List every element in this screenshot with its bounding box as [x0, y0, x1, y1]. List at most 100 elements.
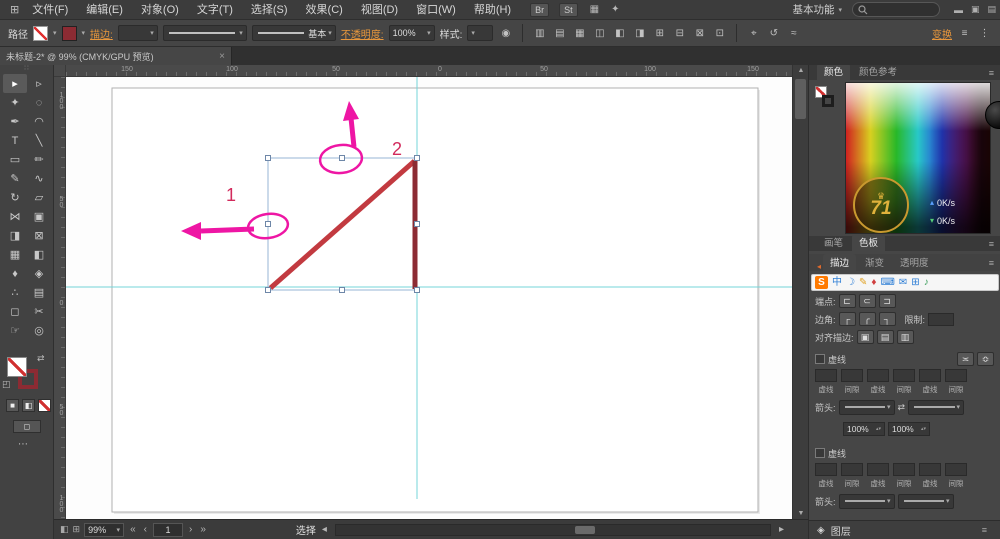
opacity-combo[interactable]: 100% ▾: [388, 25, 435, 41]
horizontal-scrollbar-thumb[interactable]: [574, 525, 595, 534]
menu-item-edit[interactable]: 编辑(E): [77, 0, 132, 20]
ime-toolbar[interactable]: S 中 ☽ ✎ ♦ ⌨ ✉ ⊞ ♪: [811, 274, 999, 291]
last-artboard-button[interactable]: »: [198, 524, 208, 535]
stroke-weight-combo[interactable]: ▾: [117, 25, 158, 41]
chevron-down-icon[interactable]: ▾: [53, 29, 57, 37]
cap-projecting-button[interactable]: ⊐: [878, 294, 896, 308]
tool-width[interactable]: ⋈: [3, 207, 27, 226]
menu-item-object[interactable]: 对象(O): [132, 0, 188, 20]
tab-transparency[interactable]: 透明度: [893, 254, 936, 271]
tab-brushes[interactable]: 画笔: [817, 234, 850, 251]
fill-swatch[interactable]: [7, 357, 27, 377]
align-icon-10[interactable]: ⊡: [712, 28, 727, 39]
scroll-up-button[interactable]: ▲: [793, 67, 809, 74]
swap-arrows-icon[interactable]: ⇄: [898, 402, 906, 413]
ruler-origin-corner[interactable]: [54, 65, 66, 77]
default-fill-stroke-icon[interactable]: ◰: [2, 379, 11, 390]
arrow-scale-end-input[interactable]: 100% ▴▾: [888, 422, 930, 436]
tool-selection[interactable]: ▸: [3, 74, 27, 93]
dash-input-1[interactable]: [815, 368, 837, 382]
selection-handle-top-mid[interactable]: [339, 155, 345, 161]
tool-zoom[interactable]: ◎: [27, 321, 51, 340]
tool-column-graph[interactable]: ▤: [27, 283, 51, 302]
scroll-left-button[interactable]: ◂: [320, 524, 329, 535]
chevron-down-icon[interactable]: ▾: [82, 29, 86, 37]
window-icon-1[interactable]: ▬: [954, 5, 963, 15]
edit-toolbar-button[interactable]: ⋯: [18, 439, 28, 450]
wave-icon[interactable]: ≈: [786, 28, 801, 39]
swap-fill-stroke-icon[interactable]: ⇄: [37, 353, 45, 364]
recolor-artwork-icon[interactable]: ◉: [498, 28, 513, 39]
tool-blend[interactable]: ◈: [27, 264, 51, 283]
gradient-button[interactable]: ◧: [22, 399, 35, 412]
tool-curvature[interactable]: ◠: [27, 112, 51, 131]
arrow-end-select-2[interactable]: ▾: [897, 493, 954, 509]
transform-link[interactable]: 变换: [932, 26, 952, 41]
selection-handle-bottom-mid[interactable]: [339, 287, 345, 293]
ime-mode-icon[interactable]: 中: [832, 275, 842, 290]
zoom-level-select[interactable]: 99% ▾: [84, 522, 125, 537]
next-artboard-button[interactable]: ›: [187, 524, 194, 535]
align-center-button[interactable]: ▣: [856, 330, 874, 344]
gap-input[interactable]: [945, 462, 967, 476]
tool-free-transform[interactable]: ▣: [27, 207, 51, 226]
align-icon-2[interactable]: ▤: [552, 28, 567, 39]
panel-menu-icon[interactable]: ≡: [989, 68, 994, 78]
panel-menu-icon[interactable]: ≡: [989, 258, 994, 268]
canvas[interactable]: 1 2 150 100 50 0 50 100 150 100 50 0 50: [54, 65, 792, 539]
stepper-icon[interactable]: ▴▾: [876, 427, 881, 432]
menu-item-file[interactable]: 文件(F): [23, 0, 77, 20]
vertical-scrollbar-thumb[interactable]: [795, 79, 806, 119]
style-combo[interactable]: ▾: [467, 25, 494, 41]
tool-perspective-grid[interactable]: ⊠: [27, 226, 51, 245]
artboard-number-input[interactable]: 1: [152, 522, 183, 537]
status-icon-1[interactable]: ◧: [60, 524, 69, 535]
align-icon-7[interactable]: ⊞: [652, 28, 667, 39]
tool-magic-wand[interactable]: ✦: [3, 93, 27, 112]
brush-definition-combo[interactable]: 基本 ▾: [251, 25, 336, 41]
selection-handle-bottom-right[interactable]: [414, 287, 420, 293]
tool-rotate[interactable]: ↻: [3, 188, 27, 207]
toolbar-grip[interactable]: ∷: [0, 65, 53, 73]
vertical-scrollbar[interactable]: ▲ ▼: [792, 65, 808, 519]
menu-item-window[interactable]: 窗口(W): [407, 0, 465, 20]
rotate-icon[interactable]: ↺: [766, 28, 781, 39]
tab-stroke[interactable]: 描边: [823, 254, 857, 271]
selection-handle-mid-right[interactable]: [414, 221, 420, 227]
stroke-panel-link[interactable]: 描边:: [90, 26, 113, 41]
arrow-start-select[interactable]: ▾: [838, 399, 895, 415]
gap-input-2[interactable]: [893, 368, 915, 382]
arrange-documents-icon[interactable]: ▦: [590, 4, 599, 15]
selection-handle-top-right[interactable]: [414, 155, 420, 161]
arrow-scale-start-input[interactable]: 100% ▴▾: [843, 422, 885, 436]
tool-scale[interactable]: ▱: [27, 188, 51, 207]
dash-input-3[interactable]: [919, 368, 941, 382]
align-inside-button[interactable]: ▤: [876, 330, 894, 344]
miter-limit-input[interactable]: [928, 312, 955, 326]
stroke-color-swatch[interactable]: [61, 25, 77, 41]
cap-round-button[interactable]: ⊂: [858, 294, 876, 308]
gap-input-1[interactable]: [841, 368, 863, 382]
tool-shaper[interactable]: ∿: [27, 169, 51, 188]
corner-bevel-button[interactable]: ┐: [878, 312, 896, 326]
stock-button[interactable]: St: [559, 2, 578, 17]
tool-gradient[interactable]: ◧: [27, 245, 51, 264]
tool-mesh[interactable]: ▦: [3, 245, 27, 264]
ime-mail-icon[interactable]: ✉: [899, 275, 907, 290]
window-icon-3[interactable]: ▤: [987, 4, 996, 15]
align-outside-button[interactable]: ▥: [896, 330, 914, 344]
panel-menu-icon[interactable]: ≡: [982, 525, 987, 535]
align-icon-1[interactable]: ▥: [532, 28, 547, 39]
tool-pen[interactable]: ✒: [3, 112, 27, 131]
tool-shape-builder[interactable]: ◨: [3, 226, 27, 245]
dash-input[interactable]: [919, 462, 941, 476]
fill-color-swatch[interactable]: [33, 25, 48, 41]
width-profile-combo[interactable]: ▾: [162, 25, 247, 41]
ime-keyboard-icon[interactable]: ⌨: [880, 275, 894, 290]
scroll-down-button[interactable]: ▼: [793, 510, 809, 517]
ime-logo-icon[interactable]: S: [815, 276, 828, 289]
align-icon-6[interactable]: ◨: [632, 28, 647, 39]
menu-item-help[interactable]: 帮助(H): [465, 0, 520, 20]
menu-item-select[interactable]: 选择(S): [242, 0, 297, 20]
dash-input-2[interactable]: [867, 368, 889, 382]
